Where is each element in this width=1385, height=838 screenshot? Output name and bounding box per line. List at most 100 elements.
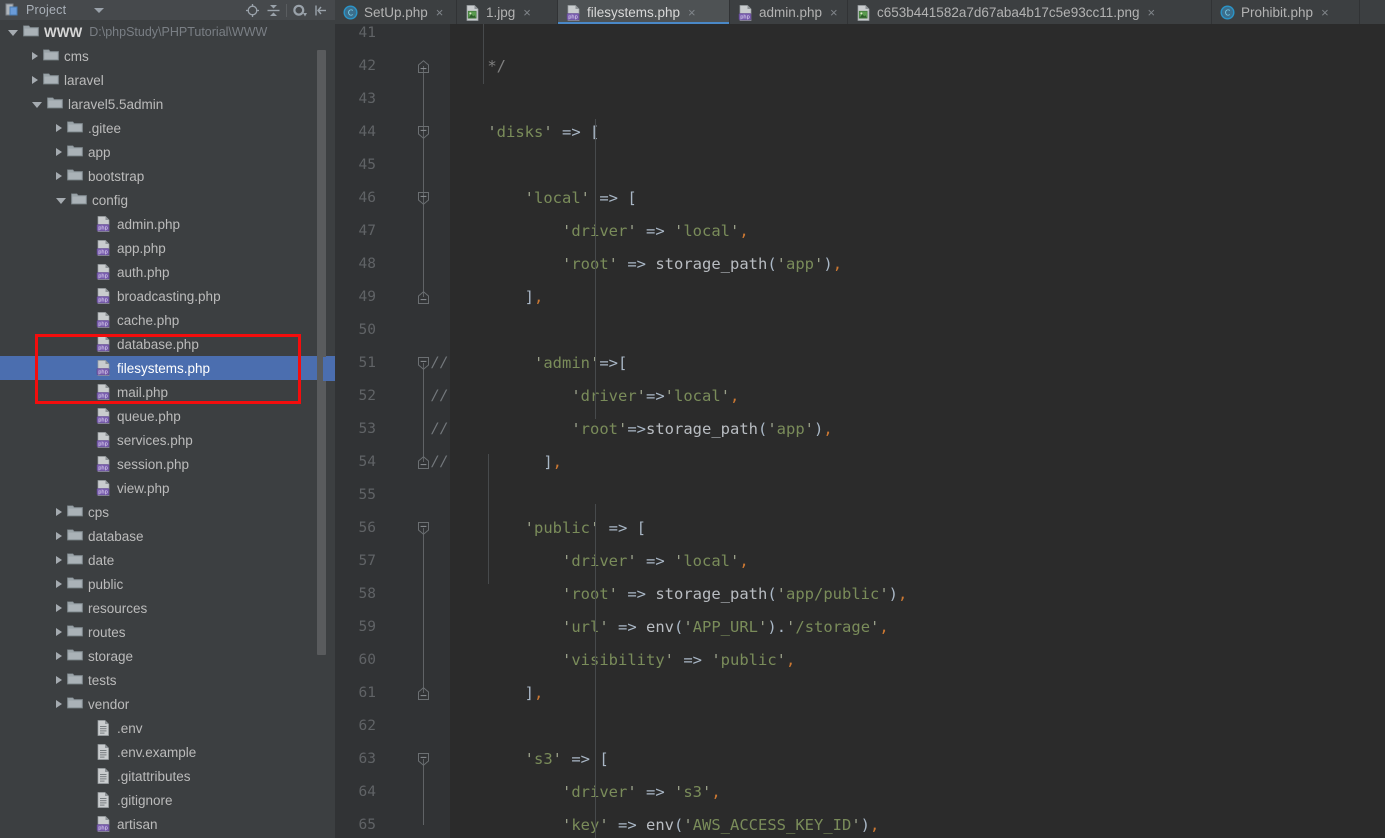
code-line[interactable]: ], bbox=[450, 281, 544, 314]
fold-end-icon[interactable] bbox=[418, 687, 429, 700]
code-line[interactable]: 'root' => storage_path('app/public'), bbox=[450, 578, 907, 611]
editor-tab-c653b441582a7d67aba4b17c5e93cc11-png[interactable]: c653b441582a7d67aba4b17c5e93cc11.png × bbox=[848, 0, 1212, 24]
tree-item-cms[interactable]: cms bbox=[0, 44, 335, 68]
tree-item-broadcasting-php[interactable]: php broadcasting.php bbox=[0, 284, 335, 308]
tree-item-session-php[interactable]: php session.php bbox=[0, 452, 335, 476]
chevron-right-icon[interactable] bbox=[32, 52, 38, 60]
locate-in-tree-icon[interactable] bbox=[242, 1, 263, 19]
tree-item-www[interactable]: WWW D:\phpStudy\PHPTutorial\WWW bbox=[0, 20, 335, 44]
chevron-down-icon[interactable] bbox=[56, 198, 66, 204]
tree-item-auth-php[interactable]: php auth.php bbox=[0, 260, 335, 284]
editor-code-area[interactable]: */ 'disks' => [ 'local' => [ 'driver' =>… bbox=[450, 24, 1385, 838]
code-editor[interactable]: 41 42 43 44 45 46 47 48 49 50 51 // 52 // 53 // 54 // 55 56… bbox=[335, 24, 1385, 838]
code-line[interactable]: */ bbox=[450, 50, 506, 83]
chevron-right-icon[interactable] bbox=[56, 508, 62, 516]
chevron-right-icon[interactable] bbox=[56, 580, 62, 588]
collapse-all-icon[interactable] bbox=[263, 1, 284, 19]
tree-item-bootstrap[interactable]: bootstrap bbox=[0, 164, 335, 188]
chevron-right-icon[interactable] bbox=[56, 628, 62, 636]
editor-tab-bar[interactable]: C SetUp.php × 1.jpg × php filesystems.php × php a… bbox=[335, 0, 1385, 24]
tree-item-laravel[interactable]: laravel bbox=[0, 68, 335, 92]
tree-item-view-php[interactable]: php view.php bbox=[0, 476, 335, 500]
chevron-down-icon[interactable] bbox=[8, 30, 18, 36]
tree-item-routes[interactable]: routes bbox=[0, 620, 335, 644]
fold-end-icon[interactable] bbox=[418, 60, 429, 73]
fold-start-icon[interactable] bbox=[418, 357, 429, 370]
fold-start-icon[interactable] bbox=[418, 753, 429, 766]
fold-start-icon[interactable] bbox=[418, 192, 429, 205]
tree-item-gitattributes[interactable]: .gitattributes bbox=[0, 764, 335, 788]
close-icon[interactable]: × bbox=[688, 6, 696, 19]
tree-item-storage[interactable]: storage bbox=[0, 644, 335, 668]
editor-tab-1-jpg[interactable]: 1.jpg × bbox=[457, 0, 558, 24]
chevron-right-icon[interactable] bbox=[56, 124, 62, 132]
chevron-down-icon[interactable] bbox=[32, 102, 42, 108]
project-tree-scrollbar-track[interactable] bbox=[317, 20, 331, 660]
tree-item-database[interactable]: database bbox=[0, 524, 335, 548]
chevron-right-icon[interactable] bbox=[56, 532, 62, 540]
tree-item-public[interactable]: public bbox=[0, 572, 335, 596]
tree-item-cache-php[interactable]: php cache.php bbox=[0, 308, 335, 332]
close-icon[interactable]: × bbox=[830, 6, 838, 19]
close-icon[interactable]: × bbox=[1321, 6, 1329, 19]
chevron-right-icon[interactable] bbox=[32, 76, 38, 84]
tree-item-env-example[interactable]: .env.example bbox=[0, 740, 335, 764]
editor-tab-admin-php[interactable]: php admin.php × bbox=[730, 0, 848, 24]
code-line[interactable]: 'disks' => [ bbox=[450, 116, 599, 149]
code-line[interactable]: 'local' => [ bbox=[450, 182, 637, 215]
fold-start-icon[interactable] bbox=[418, 522, 429, 535]
chevron-right-icon[interactable] bbox=[56, 676, 62, 684]
fold-end-icon[interactable] bbox=[418, 291, 429, 304]
tree-item-config[interactable]: config bbox=[0, 188, 335, 212]
tree-item-artisan[interactable]: php artisan bbox=[0, 812, 335, 836]
close-icon[interactable]: × bbox=[523, 6, 531, 19]
tree-item-gitee[interactable]: .gitee bbox=[0, 116, 335, 140]
code-line[interactable]: 'admin'=>[ bbox=[450, 347, 627, 380]
editor-gutter[interactable]: 41 42 43 44 45 46 47 48 49 50 51 // 52 // 53 // 54 // 55 56… bbox=[335, 24, 450, 838]
chevron-right-icon[interactable] bbox=[56, 172, 62, 180]
chevron-right-icon[interactable] bbox=[56, 556, 62, 564]
editor-tab-filesystems-php[interactable]: php filesystems.php × bbox=[558, 0, 730, 24]
close-icon[interactable]: × bbox=[1148, 6, 1156, 19]
code-line[interactable]: 'driver' => 'local', bbox=[450, 545, 749, 578]
code-line[interactable]: 'key' => env('AWS_ACCESS_KEY_ID'), bbox=[450, 809, 879, 838]
tree-item-env[interactable]: .env bbox=[0, 716, 335, 740]
code-line[interactable]: 'driver' => 's3', bbox=[450, 776, 721, 809]
code-line[interactable]: 'visibility' => 'public', bbox=[450, 644, 795, 677]
fold-start-icon[interactable] bbox=[418, 126, 429, 139]
editor-tab-setup-php[interactable]: C SetUp.php × bbox=[335, 0, 457, 24]
hide-panel-icon[interactable] bbox=[310, 1, 331, 19]
tree-item-mail-php[interactable]: php mail.php bbox=[0, 380, 335, 404]
tree-item-gitignore[interactable]: .gitignore bbox=[0, 788, 335, 812]
code-line[interactable]: 'driver' => 'local', bbox=[450, 215, 749, 248]
chevron-right-icon[interactable] bbox=[56, 700, 62, 708]
chevron-right-icon[interactable] bbox=[56, 148, 62, 156]
code-line[interactable]: 'public' => [ bbox=[450, 512, 646, 545]
tree-item-vendor[interactable]: vendor bbox=[0, 692, 335, 716]
code-line[interactable]: 'root'=>storage_path('app'), bbox=[450, 413, 832, 446]
project-tree-scrollbar-thumb[interactable] bbox=[317, 50, 326, 655]
tree-item-services-php[interactable]: php services.php bbox=[0, 428, 335, 452]
close-icon[interactable]: × bbox=[436, 6, 444, 19]
chevron-down-icon[interactable] bbox=[94, 7, 105, 13]
code-line[interactable]: ], bbox=[450, 446, 562, 479]
tree-item-laravel5-5admin[interactable]: laravel5.5admin bbox=[0, 92, 335, 116]
tree-item-admin-php[interactable]: php admin.php bbox=[0, 212, 335, 236]
tree-item-cps[interactable]: cps bbox=[0, 500, 335, 524]
editor-tab-prohibit-php[interactable]: C Prohibit.php × bbox=[1212, 0, 1360, 24]
fold-end-icon[interactable] bbox=[418, 456, 429, 469]
code-line[interactable]: 's3' => [ bbox=[450, 743, 609, 776]
settings-gear-icon[interactable] bbox=[289, 1, 310, 19]
chevron-right-icon[interactable] bbox=[56, 652, 62, 660]
tree-item-app[interactable]: app bbox=[0, 140, 335, 164]
tree-item-app-php[interactable]: php app.php bbox=[0, 236, 335, 260]
code-line[interactable]: 'root' => storage_path('app'), bbox=[450, 248, 842, 281]
code-line[interactable]: 'url' => env('APP_URL').'/storage', bbox=[450, 611, 889, 644]
tree-item-queue-php[interactable]: php queue.php bbox=[0, 404, 335, 428]
tree-item-tests[interactable]: tests bbox=[0, 668, 335, 692]
tree-item-filesystems-php[interactable]: php filesystems.php bbox=[0, 356, 335, 380]
project-tree[interactable]: WWW D:\phpStudy\PHPTutorial\WWW cms laravel… bbox=[0, 20, 335, 838]
code-line[interactable]: ], bbox=[450, 677, 544, 710]
chevron-right-icon[interactable] bbox=[56, 604, 62, 612]
tree-item-database-php[interactable]: php database.php bbox=[0, 332, 335, 356]
